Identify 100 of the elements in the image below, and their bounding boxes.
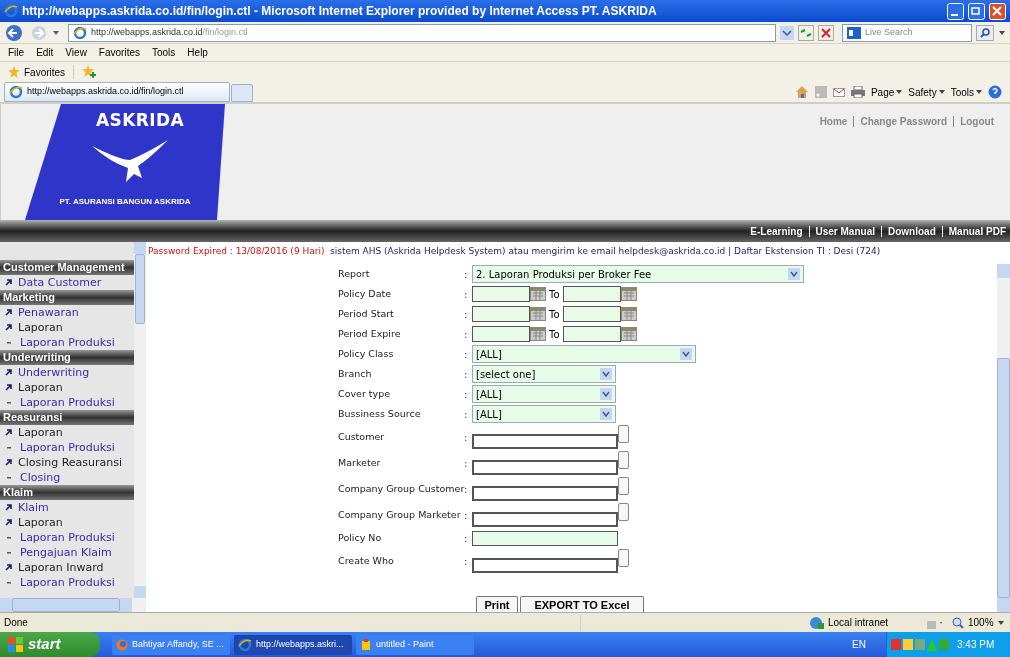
zoom-button[interactable]: 100%: [952, 615, 1004, 630]
horizontal-scrollbar[interactable]: [0, 598, 146, 612]
date-field[interactable]: [472, 326, 530, 342]
select-field[interactable]: 2. Laporan Produksi per Broker Fee: [472, 265, 804, 283]
scrollbar[interactable]: [997, 264, 1010, 612]
menu-item[interactable]: File: [8, 45, 25, 60]
menu-item[interactable]: Tools: [152, 45, 176, 60]
mail-icon[interactable]: [832, 86, 845, 98]
refresh-icon[interactable]: [798, 24, 814, 41]
command-menu[interactable]: Tools: [950, 84, 982, 100]
select-field[interactable]: [ALL]: [472, 405, 616, 423]
input-field[interactable]: [472, 485, 618, 501]
lookup-button[interactable]: [618, 549, 629, 567]
menu-link[interactable]: Laporan Inward: [18, 560, 104, 575]
menu-link[interactable]: Penawaran: [18, 305, 79, 320]
print-icon[interactable]: [850, 86, 865, 98]
date-field[interactable]: [472, 286, 530, 302]
menu-link[interactable]: Laporan: [18, 515, 63, 530]
caret-icon[interactable]: [998, 28, 1006, 37]
language-indicator[interactable]: EN: [852, 637, 866, 652]
field-label: Policy No: [338, 530, 382, 545]
menu-link[interactable]: Closing Reasuransi: [18, 455, 123, 470]
input-field[interactable]: [472, 459, 618, 475]
caret-icon[interactable]: [52, 28, 60, 37]
colon: :: [464, 287, 468, 302]
menu-link[interactable]: Underwriting: [18, 365, 90, 380]
minimize-icon[interactable]: [947, 2, 964, 20]
menu-link[interactable]: Laporan Produksi: [20, 395, 115, 410]
select-field[interactable]: [ALL]: [472, 345, 696, 363]
input-field[interactable]: [472, 511, 618, 527]
input-field[interactable]: [472, 433, 618, 449]
dropdown-icon: [600, 368, 612, 380]
address-field[interactable]: http://webapps.askrida.co.id/fin/login.ctl: [68, 23, 776, 42]
date-field[interactable]: [472, 306, 530, 322]
command-menu[interactable]: Safety: [908, 84, 945, 100]
nav-link[interactable]: User Manual: [815, 223, 875, 239]
menu-link[interactable]: Data Customer: [18, 275, 102, 290]
stop-icon[interactable]: [818, 24, 834, 41]
scrollbar[interactable]: [134, 242, 146, 598]
nav-link[interactable]: Download: [888, 223, 936, 239]
menu-link[interactable]: Closing: [20, 470, 61, 485]
lookup-button[interactable]: [618, 451, 629, 469]
arrow-icon: [5, 279, 12, 286]
zone-text: Local intranet: [828, 616, 889, 630]
lookup-button[interactable]: [618, 503, 629, 521]
menu-link[interactable]: Pengajuan Klaim: [20, 545, 112, 560]
taskbar-button[interactable]: untitled - Paint: [356, 634, 474, 655]
colon: :: [464, 508, 468, 523]
lookup-button[interactable]: [618, 477, 629, 495]
command-menu[interactable]: Page: [870, 84, 903, 100]
start-button[interactable]: start: [0, 632, 100, 657]
arrow-icon: [5, 504, 12, 511]
restore-icon[interactable]: [968, 2, 985, 20]
menu-item[interactable]: Help: [187, 45, 208, 60]
field-label: Policy Date: [338, 286, 392, 301]
favorites-button[interactable]: Favorites: [8, 64, 66, 80]
search-provider-icon: [847, 26, 861, 39]
home-icon[interactable]: [794, 85, 809, 99]
field-label: Cover type: [338, 386, 391, 401]
menu-item[interactable]: Favorites: [98, 45, 140, 60]
input-field[interactable]: [472, 557, 618, 573]
menu-link[interactable]: Laporan Produksi: [20, 335, 115, 350]
select-field[interactable]: [ALL]: [472, 385, 616, 403]
arrow-icon: [5, 429, 12, 436]
menu-link[interactable]: Laporan: [18, 425, 63, 440]
menu-item[interactable]: Edit: [36, 45, 54, 60]
date-field[interactable]: [562, 306, 621, 322]
menu-link[interactable]: Laporan: [18, 380, 63, 395]
field-label: Report: [338, 266, 370, 281]
section-header: Underwriting: [0, 350, 134, 365]
input-field[interactable]: [472, 530, 618, 546]
export-button[interactable]: EXPORT TO Excel: [520, 596, 644, 612]
menu-link[interactable]: Laporan Produksi: [20, 575, 115, 590]
dash-icon: [7, 581, 11, 584]
nav-link[interactable]: E-Learning: [750, 223, 803, 239]
help-icon[interactable]: [988, 85, 1002, 99]
taskbar-button[interactable]: http://webapps.askri...: [234, 634, 352, 655]
menu-link[interactable]: Laporan Produksi: [20, 530, 115, 545]
browser-tab[interactable]: http://webapps.askrida.co.id/fin/login.ctl: [4, 82, 230, 102]
menu-link[interactable]: Klaim: [18, 500, 49, 515]
search-field[interactable]: Live Search: [842, 23, 972, 42]
add-favorite-icon[interactable]: [82, 65, 97, 79]
nav-link[interactable]: Manual PDF: [948, 223, 1006, 239]
dropdown-icon: [600, 408, 612, 420]
date-field[interactable]: [562, 286, 621, 302]
print-button[interactable]: Print: [476, 596, 518, 612]
select-field[interactable]: [select one]: [472, 365, 616, 383]
lookup-button[interactable]: [618, 425, 629, 443]
arrow-icon: [5, 369, 12, 376]
menu-link[interactable]: Laporan: [18, 320, 63, 335]
taskbar-button[interactable]: Bahtiyar Affandy, SE ...: [112, 634, 230, 655]
field-label: Policy Class: [338, 346, 394, 361]
menu-item[interactable]: View: [65, 45, 87, 60]
search-icon[interactable]: [976, 24, 994, 41]
close-icon[interactable]: [989, 2, 1006, 20]
section-header: Reasuransi: [0, 410, 134, 425]
colon: :: [464, 267, 468, 282]
dropdown-icon[interactable]: [780, 25, 794, 40]
menu-link[interactable]: Laporan Produksi: [20, 440, 115, 455]
date-field[interactable]: [562, 326, 621, 342]
